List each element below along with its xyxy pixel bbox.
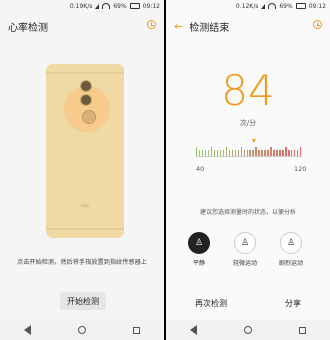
state-selector: ♙ 平静 ♙ 轻微运动 ♙ 剧烈运动 <box>186 232 330 267</box>
person-standing-icon: ♙ <box>188 232 210 254</box>
scale-tick <box>276 150 278 156</box>
result-actions: 再次检测 分享 <box>166 298 330 309</box>
scale-tick <box>198 150 201 156</box>
battery-text: 69% <box>279 2 293 10</box>
scale-tick <box>237 150 239 156</box>
instruction-text: 点击开始检测，然后将手指放置到指纹传感器上 <box>17 259 147 266</box>
home-nav-icon[interactable] <box>77 326 86 334</box>
start-test-button[interactable]: 开始检测 <box>60 292 106 310</box>
scale-tick <box>267 150 269 156</box>
clock: 09:12 <box>308 2 326 10</box>
phone-illustration <box>46 64 124 238</box>
history-icon[interactable] <box>147 20 156 29</box>
state-hint-text: 建议您选择测量时的状态，以便分析 <box>199 209 296 216</box>
person-running-icon: ♙ <box>280 232 302 254</box>
phone-band <box>46 72 124 74</box>
back-nav-icon[interactable] <box>189 325 197 335</box>
person-walking-icon: ♙ <box>234 232 256 254</box>
scale-min-label: 40 <box>196 165 205 173</box>
state-label: 平静 <box>192 260 205 267</box>
scale-tick <box>216 150 219 156</box>
heart-rate-start-screen: 0.19K/s 69% 09:12 心率检测 点击开始检测，然后将手指放置到指纹… <box>0 0 164 340</box>
scale-tick <box>270 147 272 156</box>
share-button[interactable]: 分享 <box>285 298 301 309</box>
back-nav-icon[interactable] <box>23 325 31 335</box>
camera-icon <box>80 80 92 92</box>
heart-rate-value: 84 <box>221 66 275 115</box>
nav-bar <box>0 320 164 340</box>
retest-button[interactable]: 再次检测 <box>195 298 227 309</box>
heart-rate-scale <box>196 139 302 157</box>
scale-tick <box>219 150 222 156</box>
scale-tick <box>231 150 234 156</box>
scale-tick <box>264 150 266 156</box>
scale-tick <box>294 150 296 156</box>
state-label: 轻微运动 <box>232 260 257 267</box>
logo-mark <box>81 204 89 207</box>
back-arrow-icon[interactable]: ← <box>174 21 183 32</box>
scale-tick <box>249 150 251 156</box>
scale-tick <box>297 150 299 156</box>
scale-tick <box>243 150 245 156</box>
scale-tick <box>204 150 207 156</box>
wifi-icon <box>102 3 111 9</box>
app-bar: ← 检测结束 <box>166 14 330 38</box>
net-speed: 0.19K/s <box>69 2 93 10</box>
status-bar: 0.19K/s 69% 09:12 <box>0 0 164 12</box>
status-bar: 0.12K/s 69% 09:12 <box>166 0 330 12</box>
phone-band <box>46 228 124 230</box>
state-option-light-exercise[interactable]: ♙ 轻微运动 <box>232 232 258 267</box>
net-speed: 0.12K/s <box>235 2 259 10</box>
wifi-icon <box>268 3 277 9</box>
battery-text: 69% <box>113 2 127 10</box>
signal-icon <box>261 3 266 9</box>
history-icon[interactable] <box>313 20 322 29</box>
page-title: 检测结束 <box>189 22 230 34</box>
scale-tick <box>210 147 213 156</box>
nav-bar <box>166 320 330 340</box>
recent-apps-icon[interactable] <box>299 326 307 334</box>
clock: 09:12 <box>142 2 160 10</box>
state-option-intense-exercise[interactable]: ♙ 剧烈运动 <box>278 232 304 267</box>
scale-tick <box>213 150 216 156</box>
scale-tick <box>300 147 302 156</box>
state-label: 剧烈运动 <box>278 260 303 267</box>
scale-tick <box>288 150 290 156</box>
fingerprint-sensor-icon <box>82 110 96 124</box>
scale-tick <box>240 147 242 156</box>
scale-tick <box>201 150 204 156</box>
app-bar: 心率检测 <box>0 14 164 38</box>
heart-rate-unit: 次/分 <box>239 119 257 127</box>
signal-icon <box>95 3 100 9</box>
scale-tick <box>279 150 281 156</box>
scale-tick <box>246 150 248 156</box>
scale-tick <box>291 150 293 156</box>
state-option-calm[interactable]: ♙ 平静 <box>186 232 212 267</box>
page-title: 心率检测 <box>8 22 48 34</box>
scale-tick <box>261 150 263 156</box>
scale-tick <box>282 150 284 156</box>
scale-tick <box>234 150 237 156</box>
scale-pointer-icon <box>252 139 257 143</box>
battery-icon <box>295 3 306 9</box>
scale-baseline <box>196 156 302 157</box>
scale-tick <box>258 150 260 156</box>
home-nav-icon[interactable] <box>243 326 252 334</box>
recent-apps-icon[interactable] <box>133 326 141 334</box>
scale-tick <box>252 150 254 156</box>
scale-tick <box>228 150 231 156</box>
scale-tick <box>207 150 210 156</box>
scale-tick <box>222 150 225 156</box>
scale-tick <box>225 147 228 156</box>
scale-tick <box>273 150 275 156</box>
sensor-highlight <box>64 86 110 132</box>
scale-max-label: 120 <box>294 165 307 173</box>
battery-icon <box>129 3 140 9</box>
camera-icon <box>80 94 92 106</box>
scale-tick <box>285 147 287 156</box>
scale-tick <box>255 147 257 156</box>
scale-tick <box>196 147 198 156</box>
heart-rate-result-screen: 0.12K/s 69% 09:12 ← 检测结束 84 次/分 40 120 建… <box>166 0 330 340</box>
